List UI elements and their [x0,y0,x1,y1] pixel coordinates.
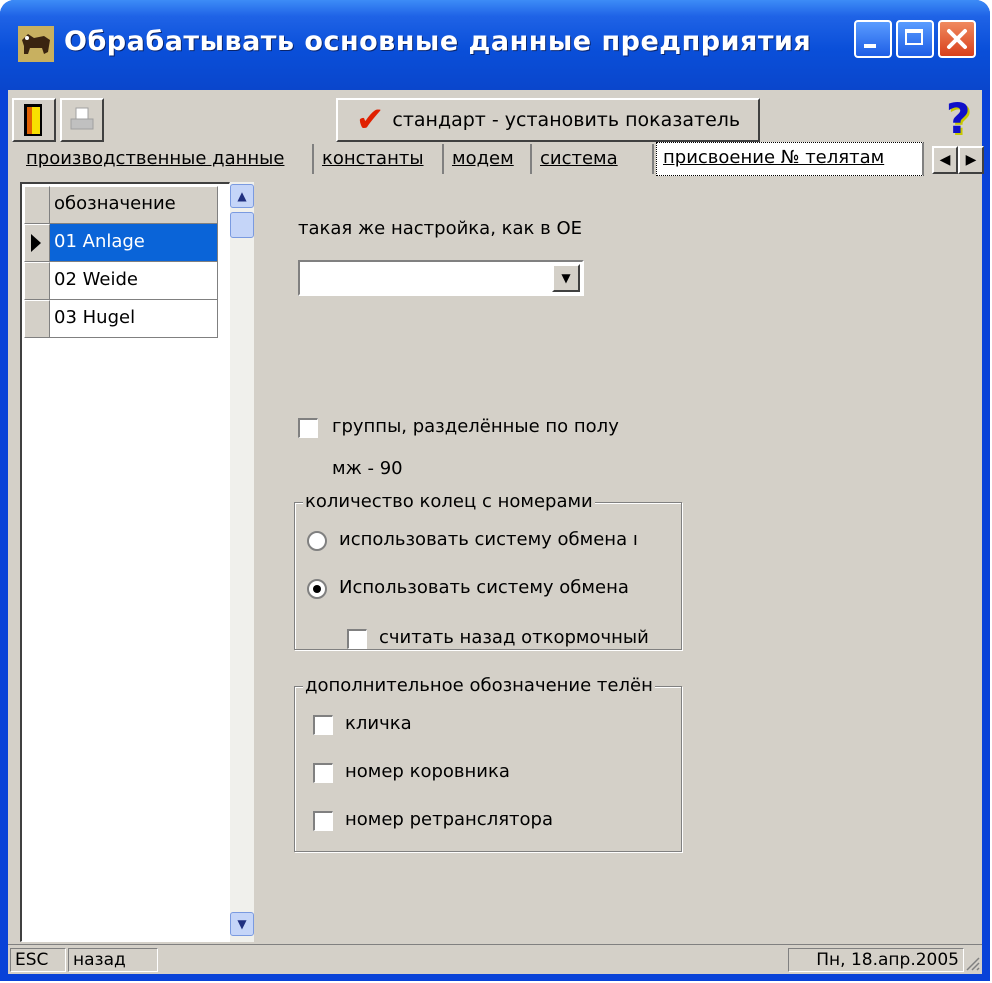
sex-groups-checkbox[interactable] [298,418,318,438]
tab-scroll-right-button[interactable]: ▶ [958,146,984,174]
tab-system[interactable]: система [534,144,654,174]
status-bar: ESC назад Пн, 18.апр.2005 [8,944,982,974]
exchange-option-2-radio[interactable] [307,579,327,599]
print-button[interactable] [60,98,104,142]
grid-header: обозначение [24,186,220,224]
radio-selected-dot [313,585,321,593]
transponder-number-label: номер ретранслятора [345,809,553,830]
count-back-label: считать назад откормочный [379,627,649,648]
exchange-option-1-label: использовать систему обмена ı [339,529,638,550]
location-grid: обозначение 01 Anlage 02 Weide 03 Hugel [20,182,230,942]
app-cow-icon [18,26,54,62]
same-setting-combobox[interactable]: ▼ [298,260,584,296]
tab-calf-numbering[interactable]: присвоение № телятам [656,142,924,176]
extra-group-title: дополнительное обозначение телён [303,675,655,696]
tab-constants[interactable]: константы [316,144,444,174]
chevron-down-icon: ▼ [561,271,571,285]
status-action: назад [68,948,158,972]
combobox-dropdown-button[interactable]: ▼ [552,264,580,292]
close-icon [947,29,967,49]
chevron-up-icon: ▲ [237,189,247,203]
minimize-icon [864,44,876,48]
minimize-button[interactable] [854,20,892,58]
resize-grip-icon[interactable] [964,955,980,971]
door-exit-icon [24,104,42,136]
window-title: Обрабатывать основные данные предприятия [64,26,812,57]
row-cell[interactable]: 02 Weide [50,262,218,300]
close-button[interactable] [938,20,976,58]
scroll-thumb[interactable] [230,212,254,238]
scroll-up-button[interactable]: ▲ [230,184,254,208]
tab-content-panel: обозначение 01 Anlage 02 Weide 03 Hugel [8,178,982,944]
arrow-right-icon: ▶ [965,152,977,168]
row-cell[interactable]: 03 Hugel [50,300,218,338]
scroll-down-button[interactable]: ▼ [230,912,254,936]
row-indicator[interactable] [24,262,50,300]
exit-button[interactable] [12,98,56,142]
same-setting-label: такая же настройка, как в ОЕ [298,218,583,239]
barn-number-checkbox[interactable] [313,763,333,783]
count-back-checkbox[interactable] [347,629,367,649]
code-text: мж - 90 [332,458,403,479]
rings-group-title: количество колец с номерами [303,491,595,512]
barn-number-label: номер коровника [345,761,510,782]
standard-set-button[interactable]: ✔ стандарт - установить показатель [336,98,760,142]
table-row[interactable]: 01 Anlage [24,224,220,262]
current-row-icon [31,234,41,252]
check-icon: ✔ [355,100,385,140]
help-question-icon[interactable]: ? [946,94,970,143]
exchange-option-1-radio[interactable] [307,531,327,551]
exchange-option-2-label: Использовать систему обмена [339,577,629,598]
maximize-button[interactable] [896,20,934,58]
row-indicator[interactable] [24,300,50,338]
printer-icon [70,107,94,130]
row-indicator[interactable] [24,224,50,262]
maximize-icon [905,29,923,45]
sex-groups-label: группы, разделённые по полу [332,416,619,437]
transponder-number-checkbox[interactable] [313,811,333,831]
tab-strip: производственные данные константы модем … [20,142,984,178]
tab-scroll-left-button[interactable]: ◀ [932,146,958,174]
title-bar[interactable]: Обрабатывать основные данные предприятия [0,0,990,90]
nickname-checkbox[interactable] [313,715,333,735]
chevron-down-icon: ▼ [237,917,247,931]
tab-production-data[interactable]: производственные данные [20,144,314,174]
status-key: ESC [10,948,66,972]
extra-designation-groupbox: дополнительное обозначение телён кличка … [294,675,682,852]
grid-scrollbar[interactable]: ▲ ▼ [230,182,254,942]
column-header-designation[interactable]: обозначение [50,186,218,224]
arrow-left-icon: ◀ [939,152,951,168]
tab-modem[interactable]: модем [446,144,532,174]
rings-groupbox: количество колец с номерами использовать… [294,491,682,650]
standard-button-label: стандарт - установить показатель [392,109,741,131]
row-indicator-header [24,186,50,224]
application-window: Обрабатывать основные данные предприятия [0,0,990,981]
table-row[interactable]: 02 Weide [24,262,220,300]
status-date: Пн, 18.апр.2005 [788,948,964,972]
nickname-label: кличка [345,713,412,734]
client-area: ✔ стандарт - установить показатель ? про… [8,90,984,974]
row-cell[interactable]: 01 Anlage [50,224,218,262]
table-row[interactable]: 03 Hugel [24,300,220,338]
